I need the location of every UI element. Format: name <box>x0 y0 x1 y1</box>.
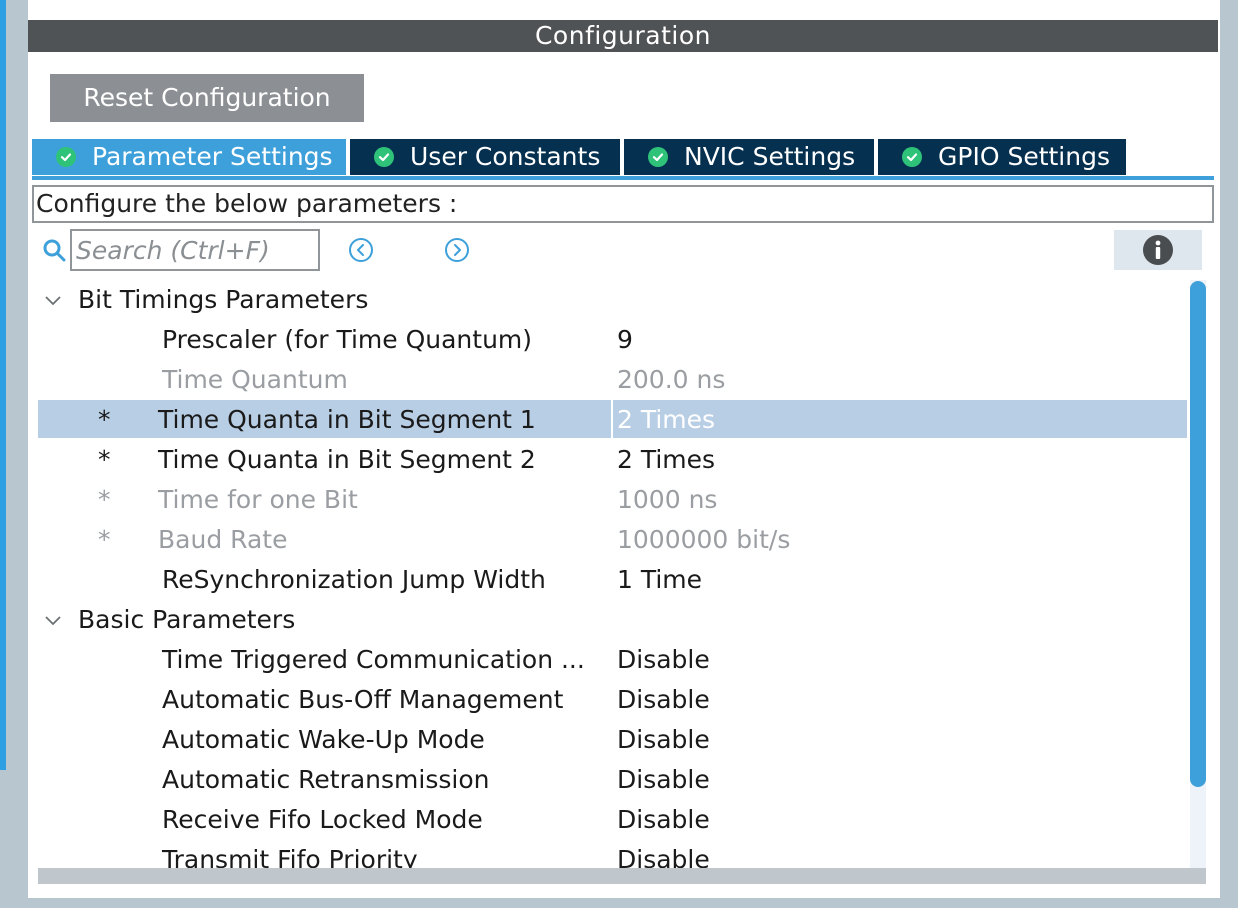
param-value[interactable]: Disable <box>617 680 710 720</box>
param-name: Time for one Bit <box>158 485 358 514</box>
chevron-down-icon[interactable] <box>44 293 62 307</box>
tab-label: GPIO Settings <box>938 142 1110 171</box>
search-input[interactable] <box>70 229 320 271</box>
check-circle-icon <box>374 147 394 167</box>
required-marker: * <box>98 485 111 514</box>
configure-hint: Configure the below parameters : <box>32 185 1214 223</box>
info-button[interactable] <box>1114 230 1202 270</box>
group-row-basic-parameters[interactable]: Basic Parameters <box>28 600 1188 640</box>
param-value[interactable]: Disable <box>617 800 710 840</box>
param-name: Transmit Fifo Priority <box>162 845 418 868</box>
check-circle-icon <box>902 147 922 167</box>
param-name: Time Triggered Communication ... <box>162 645 585 674</box>
panel-title: Configuration <box>28 20 1218 52</box>
param-row-sjw[interactable]: ReSynchronization Jump Width 1 Time <box>28 560 1188 600</box>
check-circle-icon <box>648 147 668 167</box>
search-icon <box>43 239 66 262</box>
param-row-abom[interactable]: Automatic Bus-Off Management Disable <box>28 680 1188 720</box>
param-name: Time Quanta in Bit Segment 1 <box>158 405 536 434</box>
tab-label: NVIC Settings <box>684 142 856 171</box>
group-row-bit-timings[interactable]: Bit Timings Parameters <box>28 280 1188 320</box>
required-marker: * <box>98 445 111 474</box>
param-name: Time Quanta in Bit Segment 2 <box>158 445 536 474</box>
tab-parameter-settings[interactable]: Parameter Settings <box>32 139 346 175</box>
param-row-retransmission[interactable]: Automatic Retransmission Disable <box>28 760 1188 800</box>
param-value[interactable]: 2 Times <box>617 400 715 440</box>
param-row-ttcm[interactable]: Time Triggered Communication ... Disable <box>28 640 1188 680</box>
param-name: Automatic Wake-Up Mode <box>162 725 485 754</box>
tab-underline <box>32 176 1214 180</box>
tab-nvic-settings[interactable]: NVIC Settings <box>624 139 874 175</box>
param-row-time-quantum[interactable]: Time Quantum 200.0 ns <box>28 360 1188 400</box>
required-marker: * <box>98 525 111 554</box>
param-row-txfp[interactable]: Transmit Fifo Priority Disable <box>28 840 1188 868</box>
tab-bar: Parameter Settings User Constants NVIC S… <box>32 139 1218 175</box>
group-label: Bit Timings Parameters <box>78 285 369 314</box>
param-value[interactable]: 2 Times <box>617 440 715 480</box>
reset-configuration-button[interactable]: Reset Configuration <box>50 74 364 122</box>
param-name: ReSynchronization Jump Width <box>162 565 546 594</box>
param-name: Prescaler (for Time Quantum) <box>162 325 533 354</box>
param-name: Time Quantum <box>162 365 348 394</box>
param-name: Automatic Retransmission <box>162 765 490 794</box>
tab-gpio-settings[interactable]: GPIO Settings <box>878 139 1126 175</box>
chevron-down-icon[interactable] <box>44 613 62 627</box>
required-marker: * <box>98 405 111 434</box>
param-value[interactable]: 1 Time <box>617 560 702 600</box>
vertical-scrollbar-thumb[interactable] <box>1190 281 1206 787</box>
param-value[interactable]: Disable <box>617 840 710 868</box>
param-row-rflm[interactable]: Receive Fifo Locked Mode Disable <box>28 800 1188 840</box>
param-value: 1000 ns <box>617 485 718 514</box>
param-row-bit-segment-1[interactable]: * Time Quanta in Bit Segment 1 2 Times <box>28 400 1188 440</box>
parameter-tree: Bit Timings Parameters Prescaler (for Ti… <box>28 280 1188 868</box>
tab-label: Parameter Settings <box>92 142 333 171</box>
param-value[interactable]: Disable <box>617 760 710 800</box>
arrow-right-circle-icon[interactable] <box>444 237 470 263</box>
param-value[interactable]: 9 <box>617 320 633 360</box>
check-circle-icon <box>56 147 76 167</box>
param-row-time-for-one-bit[interactable]: * Time for one Bit 1000 ns <box>28 480 1188 520</box>
param-name: Automatic Bus-Off Management <box>162 685 564 714</box>
param-row-prescaler[interactable]: Prescaler (for Time Quantum) 9 <box>28 320 1188 360</box>
info-icon <box>1143 235 1173 265</box>
configuration-panel: Configuration Reset Configuration Parame… <box>28 0 1220 898</box>
param-name: Baud Rate <box>158 525 288 554</box>
param-row-awum[interactable]: Automatic Wake-Up Mode Disable <box>28 720 1188 760</box>
left-edge-accent <box>0 0 6 770</box>
param-value[interactable]: Disable <box>617 720 710 760</box>
param-value: 200.0 ns <box>617 365 726 394</box>
param-row-bit-segment-2[interactable]: * Time Quanta in Bit Segment 2 2 Times <box>28 440 1188 480</box>
arrow-left-circle-icon[interactable] <box>348 237 374 263</box>
param-name: Receive Fifo Locked Mode <box>162 805 483 834</box>
param-row-baud-rate[interactable]: * Baud Rate 1000000 bit/s <box>28 520 1188 560</box>
param-value[interactable]: Disable <box>617 640 710 680</box>
tab-label: User Constants <box>410 142 601 171</box>
param-value: 1000000 bit/s <box>617 525 791 554</box>
group-label: Basic Parameters <box>78 605 296 634</box>
horizontal-scrollbar[interactable] <box>38 868 1206 884</box>
tab-user-constants[interactable]: User Constants <box>350 139 620 175</box>
